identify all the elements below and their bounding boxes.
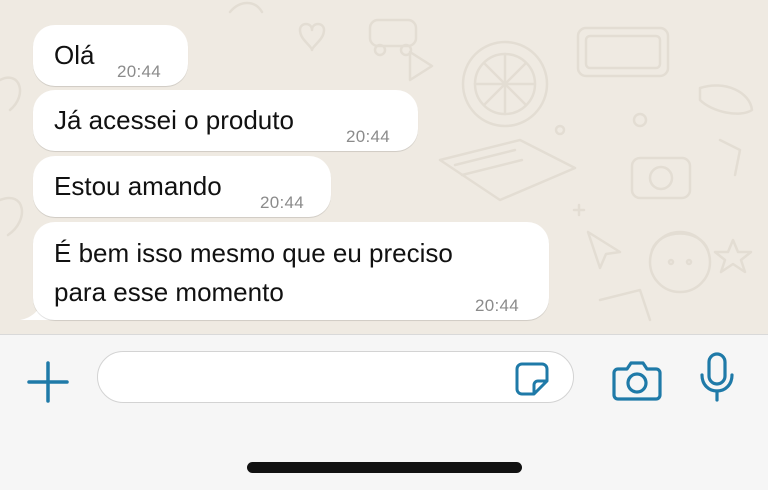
message-bubble[interactable]: Já acessei o produto 20:44 xyxy=(33,90,418,151)
message-text: Estou amando xyxy=(54,171,222,201)
message-bubble[interactable]: Olá 20:44 xyxy=(33,25,188,86)
message-text-line-2: para esse momento xyxy=(54,277,284,307)
message-text-line-1: É bem isso mesmo que eu preciso xyxy=(54,238,453,268)
message-timestamp: 20:44 xyxy=(346,127,391,146)
message-bubble[interactable]: É bem isso mesmo que eu preciso para ess… xyxy=(33,222,549,320)
message-input[interactable] xyxy=(118,362,502,394)
message-bubble[interactable]: Estou amando 20:44 xyxy=(33,156,331,217)
composer-bar xyxy=(0,334,768,490)
microphone-icon[interactable] xyxy=(698,351,736,403)
message-input-field[interactable] xyxy=(97,351,574,403)
message-text: Já acessei o produto xyxy=(54,105,294,135)
message-timestamp: 20:44 xyxy=(475,296,520,315)
chat-area: Olá 20:44 Já acessei o produto 20:44 Est… xyxy=(0,0,768,334)
plus-icon[interactable] xyxy=(27,361,69,403)
home-indicator[interactable] xyxy=(247,462,522,473)
message-timestamp: 20:44 xyxy=(117,62,162,81)
message-text: Olá xyxy=(54,40,95,70)
camera-icon[interactable] xyxy=(612,359,662,401)
sticker-icon[interactable] xyxy=(514,361,550,397)
message-timestamp: 20:44 xyxy=(260,193,305,212)
